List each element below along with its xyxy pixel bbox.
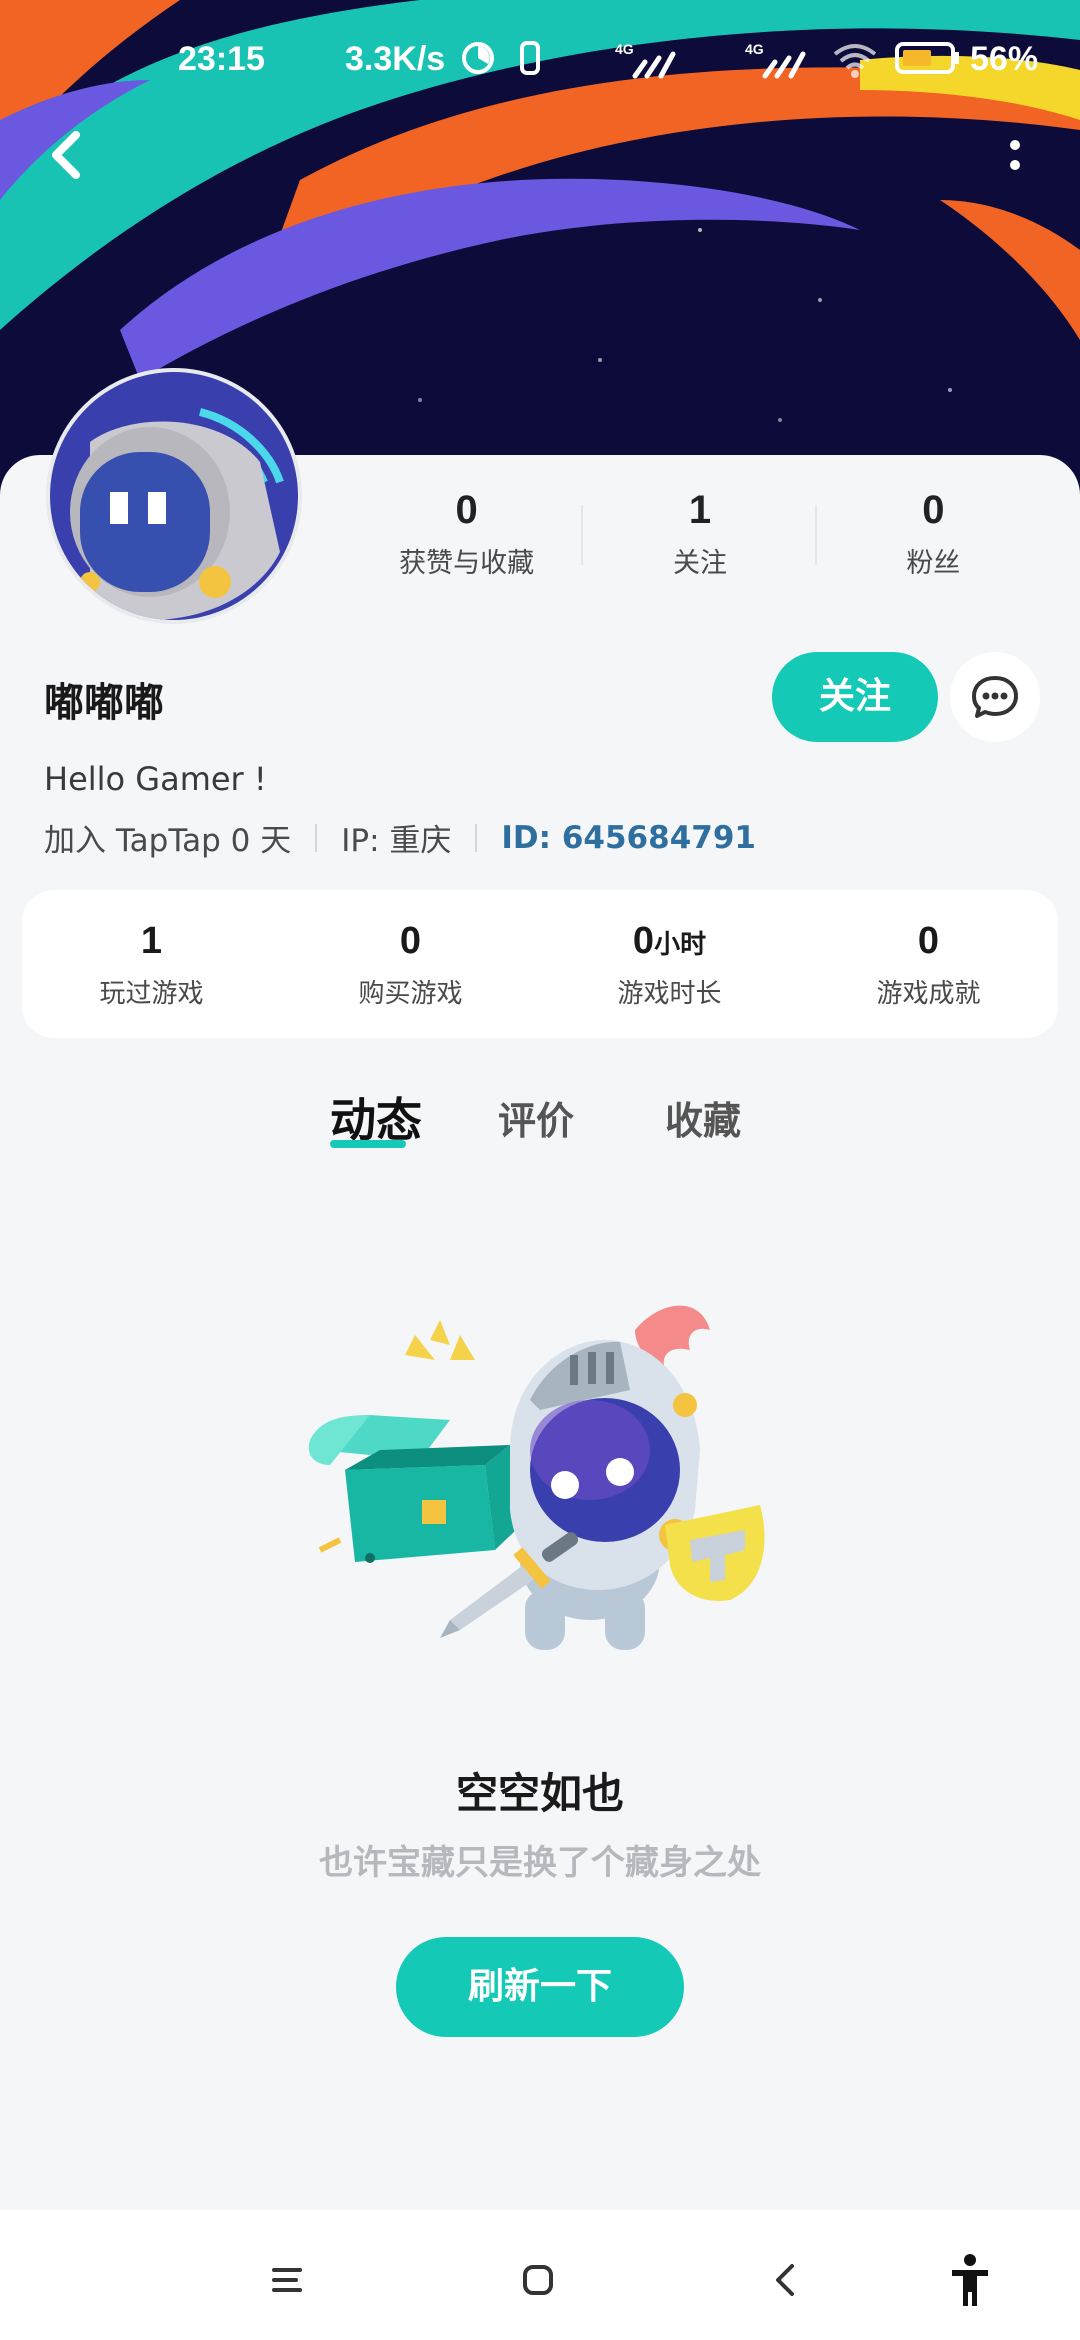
status-network-speed: 3.3K/s <box>345 40 446 78</box>
social-stats: 0 获赞与收藏 1 关注 0 粉丝 <box>350 485 1050 595</box>
stat-followers[interactable]: 0 粉丝 <box>817 485 1050 595</box>
stat-likes-collections[interactable]: 0 获赞与收藏 <box>350 485 584 595</box>
stat-value: 0 <box>917 920 940 962</box>
user-id[interactable]: ID: 645684791 <box>501 820 756 856</box>
back-button[interactable] <box>40 120 100 190</box>
follow-button[interactable]: 关注 <box>772 652 938 742</box>
meta-divider <box>475 823 478 852</box>
back-icon <box>776 2264 794 2296</box>
stat-games-played[interactable]: 1 玩过游戏 <box>22 918 281 1010</box>
signal-4g-icon-2: 4G <box>745 40 815 89</box>
avatar[interactable] <box>46 368 302 624</box>
stat-value: 0 <box>922 488 945 532</box>
tab-favorites[interactable]: 收藏 <box>665 1090 741 1145</box>
battery-icon <box>895 40 961 85</box>
join-days: 加入 TapTap 0 天 <box>44 823 292 859</box>
stat-value: 0 <box>455 488 478 532</box>
game-stats-panel: 1 玩过游戏 0 购买游戏 0小时 游戏时长 0 游戏成就 <box>22 890 1058 1038</box>
profile-page: 23:15 3.3K/s 4G 4G 56% 0 获赞与收藏 1 关注 0 粉丝… <box>0 0 1080 2340</box>
stat-following[interactable]: 1 关注 <box>583 485 817 595</box>
more-options-button[interactable] <box>1000 130 1040 190</box>
stat-value: 1 <box>140 920 163 962</box>
chat-bubble-icon <box>972 676 1018 718</box>
stat-play-time[interactable]: 0小时 游戏时长 <box>540 918 799 1010</box>
stat-label: 获赞与收藏 <box>399 548 535 579</box>
nav-accessibility-button[interactable] <box>940 2250 1000 2310</box>
refresh-button[interactable]: 刷新一下 <box>396 1937 684 2037</box>
meta-divider <box>315 823 318 852</box>
profile-meta: 加入 TapTap 0 天 IP: 重庆 ID: 645684791 <box>44 815 756 860</box>
message-button[interactable] <box>950 652 1040 742</box>
timer-icon <box>460 40 496 85</box>
stat-label: 购买游戏 <box>358 979 463 1009</box>
system-nav-bar <box>0 2210 1080 2340</box>
wifi-icon <box>830 40 880 89</box>
stat-value: 1 <box>688 488 712 532</box>
tab-reviews[interactable]: 评价 <box>498 1090 574 1145</box>
nav-menu-button[interactable] <box>258 2250 318 2310</box>
more-vertical-icon <box>1010 140 1020 170</box>
empty-state-title: 空空如也 <box>455 1769 624 1818</box>
bio-text: Hello Gamer ! <box>44 760 267 798</box>
nav-home-button[interactable] <box>508 2250 568 2310</box>
empty-state-subtitle: 也许宝藏只是换了个藏身之处 <box>319 1843 761 1883</box>
stat-label: 粉丝 <box>906 548 961 579</box>
stat-label: 关注 <box>672 548 727 579</box>
stat-label: 游戏成就 <box>876 979 981 1009</box>
menu-icon <box>272 2268 302 2292</box>
username: 嘟嘟嘟 <box>44 680 164 726</box>
active-tab-indicator <box>330 1140 406 1148</box>
stat-games-purchased[interactable]: 0 购买游戏 <box>281 918 540 1010</box>
content-tabs: 动态 评价 收藏 <box>0 1090 1080 1170</box>
status-bar: 23:15 3.3K/s 4G 4G 56% <box>0 0 1080 120</box>
avatar-robot-image <box>50 372 298 620</box>
stat-label: 游戏时长 <box>617 979 722 1009</box>
battery-level: 56% <box>970 40 1039 78</box>
accessibility-icon <box>952 2254 988 2306</box>
nav-back-button[interactable] <box>756 2250 816 2310</box>
stat-label: 玩过游戏 <box>99 979 204 1009</box>
back-arrow-icon <box>52 131 80 179</box>
signal-4g-icon: 4G <box>615 40 685 89</box>
stat-value: 0 <box>399 920 422 962</box>
home-icon <box>523 2265 553 2295</box>
stat-value: 0小时 <box>632 920 707 962</box>
ip-location: IP: 重庆 <box>341 823 452 859</box>
stat-achievements[interactable]: 0 游戏成就 <box>799 918 1058 1010</box>
status-time: 23:15 <box>178 40 265 78</box>
svg-text:4G: 4G <box>615 41 634 57</box>
empty-state-illustration <box>300 1300 800 1680</box>
svg-text:4G: 4G <box>745 41 764 57</box>
vibrate-icon <box>515 40 545 85</box>
